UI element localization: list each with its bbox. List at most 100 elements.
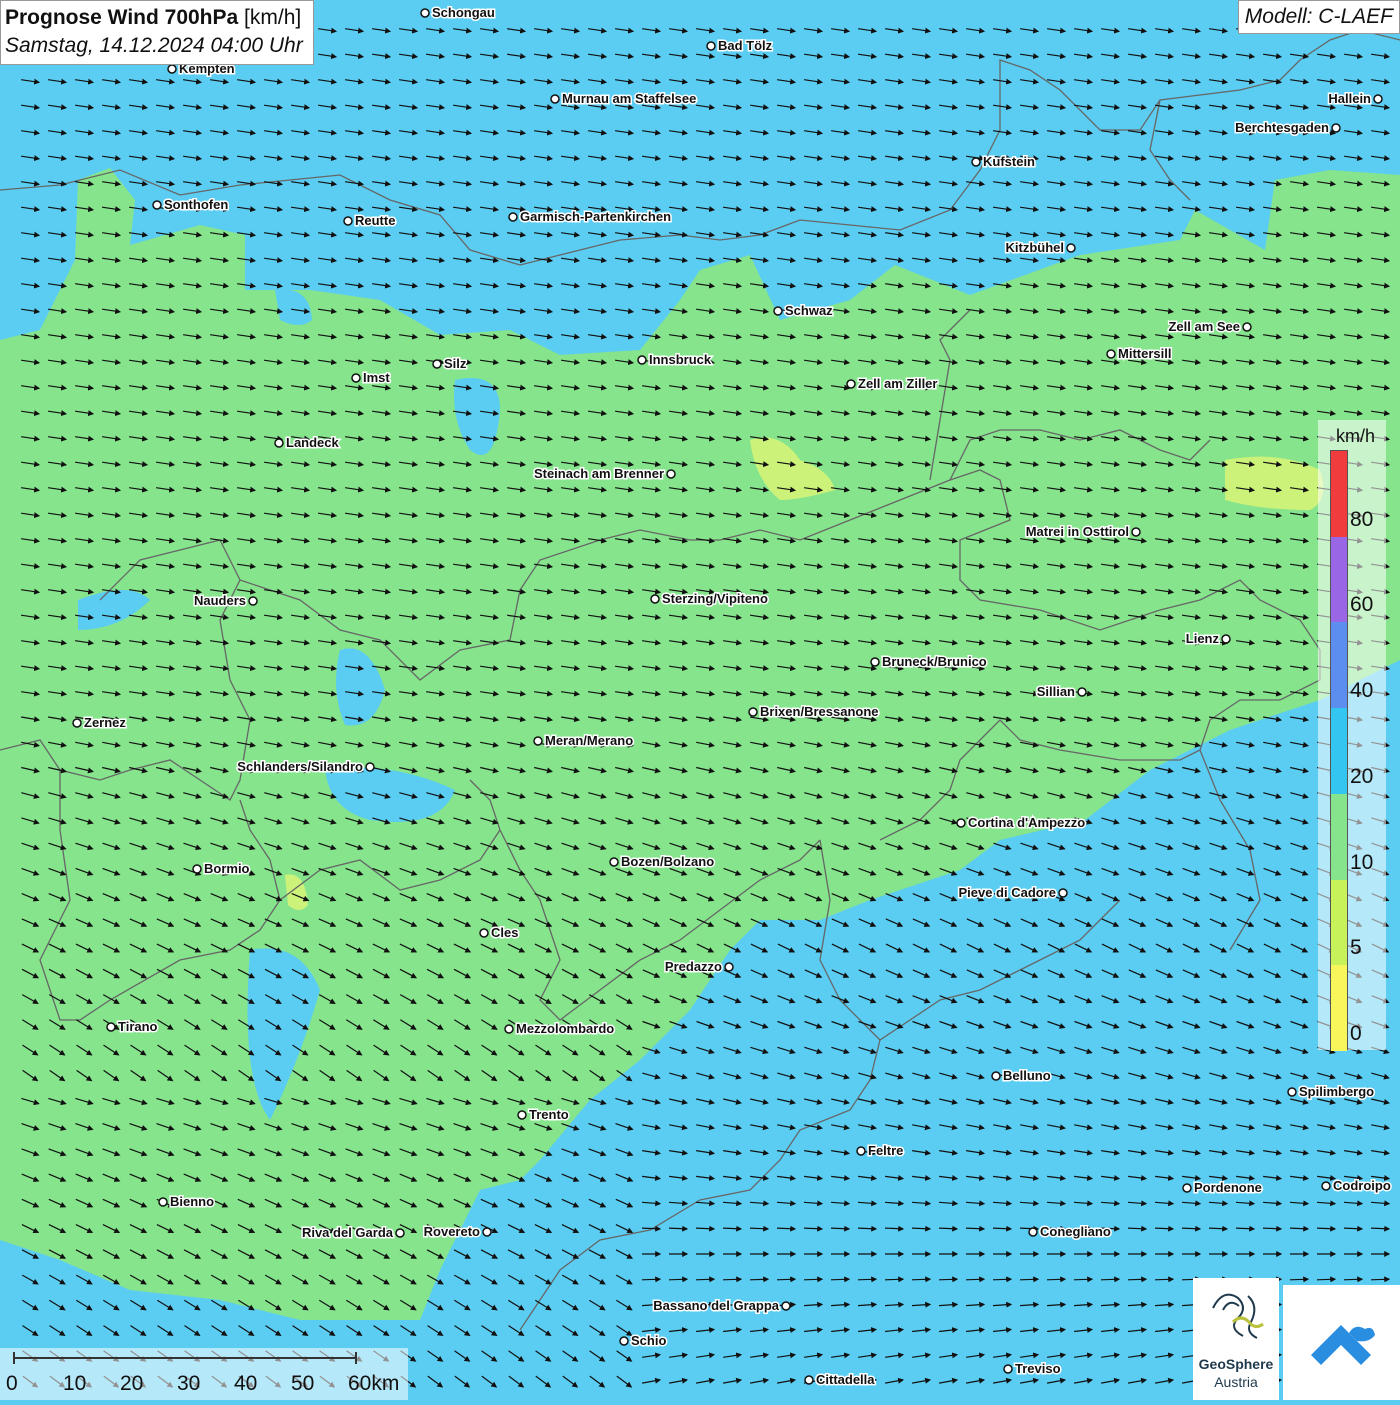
city-dot <box>1131 527 1141 537</box>
city-label: Bruneck/Brunico <box>882 654 987 669</box>
city-marker: Bassano del Grappa <box>652 1297 791 1315</box>
city-label: Innsbruck <box>649 352 712 367</box>
legend-swatch <box>1331 708 1347 794</box>
city-label: Murnau am Staffelsee <box>562 91 696 106</box>
wind-arrow <box>1235 1225 1256 1232</box>
city-label: Berchtesgaden <box>1235 120 1329 135</box>
city-dot <box>192 864 202 874</box>
city-label: Bienno <box>170 1194 214 1209</box>
wind-arrow <box>749 1276 770 1283</box>
wind-arrow <box>1370 1225 1391 1232</box>
city-label: Cortina d'Ampezzo <box>968 815 1085 830</box>
wind-arrow <box>857 1276 878 1283</box>
city-label: Schwaz <box>785 303 833 318</box>
city-label: Riva del Garda <box>302 1225 394 1240</box>
city-marker: Meran/Merano <box>533 732 635 750</box>
city-dot <box>248 596 258 606</box>
city-dot <box>856 1146 866 1156</box>
city-label: Brixen/Bressanone <box>760 704 879 719</box>
city-dot <box>1287 1087 1297 1097</box>
city-dot <box>432 359 442 369</box>
city-marker: Mezzolombardo <box>504 1020 616 1038</box>
wind-arrow <box>1181 1225 1202 1232</box>
city-label: Bad Tölz <box>718 38 773 53</box>
city-marker: Cittadella <box>804 1371 877 1389</box>
wind-arrow <box>938 1276 959 1283</box>
city-dot <box>956 818 966 828</box>
wind-arrow <box>695 1276 716 1283</box>
legend-swatch <box>1331 536 1347 623</box>
city-label: Zell am See <box>1168 319 1240 334</box>
mountain-cloud-icon <box>1311 1325 1375 1365</box>
city-label: Mittersill <box>1118 346 1171 361</box>
wind-arrow <box>749 1225 770 1232</box>
wind-arrow <box>1289 1276 1310 1283</box>
city-marker: Garmisch-Partenkirchen <box>508 208 673 226</box>
legend-swatch <box>1331 622 1347 709</box>
wind-arrow <box>884 1225 905 1232</box>
city-marker: Schongau <box>420 4 496 22</box>
wind-arrow <box>776 1276 797 1283</box>
scale-label: 0 <box>6 1372 18 1395</box>
wind-arrow <box>965 1225 986 1232</box>
city-marker: Bozen/Bolzano <box>609 853 716 871</box>
city-dot <box>106 1022 116 1032</box>
title-box: Prognose Wind 700hPa [km/h] Samstag, 14.… <box>0 0 314 65</box>
scale-label: 40 <box>234 1372 258 1395</box>
city-dot <box>395 1228 405 1238</box>
city-label: Steinach am Brenner <box>534 466 664 481</box>
city-dot <box>781 1301 791 1311</box>
city-dot <box>1028 1227 1038 1237</box>
city-dot <box>971 157 981 167</box>
city-label: Bozen/Bolzano <box>621 854 714 869</box>
logo-text-austria: Austria <box>1214 1374 1258 1390</box>
wind-arrow <box>776 1225 797 1232</box>
wind-arrow <box>1343 1276 1364 1283</box>
city-dot <box>846 379 856 389</box>
city-dot <box>533 736 543 746</box>
wind-arrow <box>668 1276 689 1283</box>
city-label: Treviso <box>1015 1361 1061 1376</box>
city-marker: Cortina d'Ampezzo <box>956 814 1087 832</box>
city-label: Schlanders/Silandro <box>237 759 363 774</box>
model-label: Modell: C-LAEF <box>1237 0 1400 34</box>
city-dot <box>773 306 783 316</box>
wind-arrow <box>1343 1225 1364 1232</box>
city-dot <box>748 707 758 717</box>
city-dot <box>167 64 177 74</box>
wind-arrow <box>1127 1225 1148 1232</box>
city-marker: Berchtesgaden <box>1234 119 1341 137</box>
city-label: Reutte <box>355 213 395 228</box>
city-label: Mezzolombardo <box>516 1021 614 1036</box>
wind-arrow <box>722 1276 743 1283</box>
city-marker: Steinach am Brenner <box>532 465 676 483</box>
wind-arrow <box>911 1225 932 1232</box>
wind-arrow <box>830 1276 851 1283</box>
wind-arrow <box>695 1225 716 1232</box>
city-dot <box>991 1071 1001 1081</box>
wind-arrow <box>641 1276 662 1283</box>
wind-arrow <box>803 1276 824 1283</box>
city-marker: Pieve di Cadore <box>957 884 1068 902</box>
wind-arrow <box>1073 1276 1094 1283</box>
city-dot <box>517 1110 527 1120</box>
wind-arrow <box>1019 1276 1040 1283</box>
city-label: Sonthofen <box>164 197 228 212</box>
city-marker: Matrei in Osttirol <box>1024 523 1141 541</box>
wind-arrow <box>830 1225 851 1232</box>
wind-map: SchongauBad TölzKemptenMurnau am Staffel… <box>0 0 1400 1400</box>
city-marker: Zell am Ziller <box>846 375 939 393</box>
city-dot <box>1331 123 1341 133</box>
wind-arrow <box>1127 1276 1148 1283</box>
color-legend: km/h 80 60 40 20 10 5 0 <box>1318 420 1386 1051</box>
city-dot <box>1003 1364 1013 1374</box>
scale-label: 10 <box>63 1372 87 1395</box>
city-marker: Innsbruck <box>637 351 713 369</box>
city-label: Predazzo <box>665 959 722 974</box>
scale-label: 50 <box>291 1372 315 1395</box>
wind-arrow <box>1046 1276 1067 1283</box>
city-label: Zell am Ziller <box>858 376 937 391</box>
wind-arrow <box>1316 1276 1337 1283</box>
wind-arrow <box>911 1276 932 1283</box>
wind-arrow <box>668 1225 689 1232</box>
